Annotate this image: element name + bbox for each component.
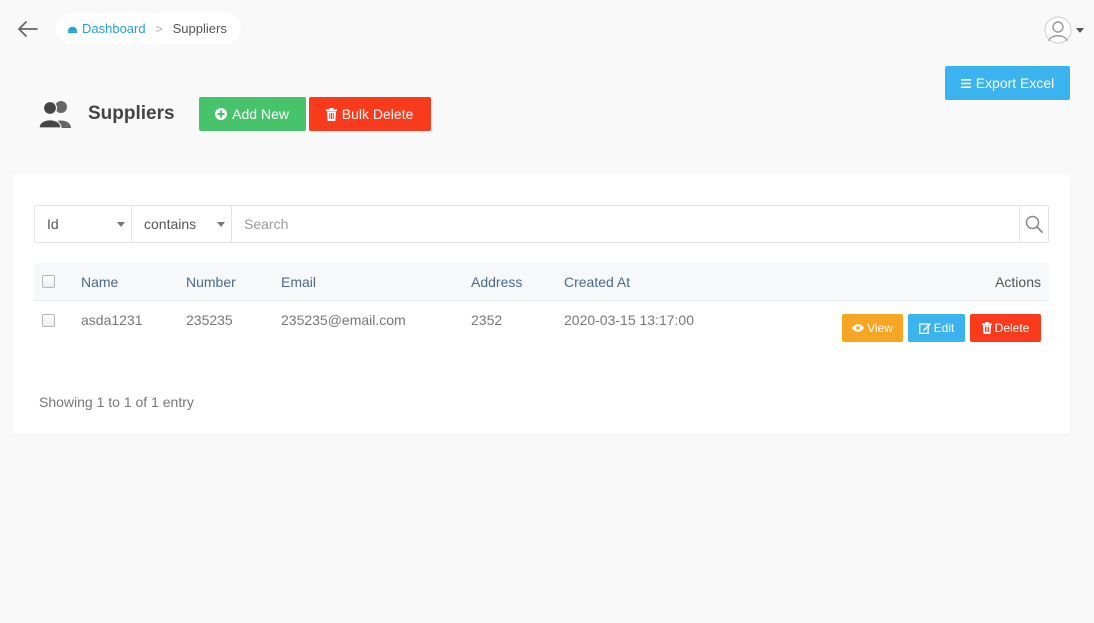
column-header-actions: Actions [995,274,1041,290]
search-button[interactable] [1019,206,1048,242]
trash-icon [981,322,992,334]
column-header-name[interactable]: Name [81,274,118,290]
column-header-email[interactable]: Email [281,274,316,290]
table-row: asda1231 235235 235235@email.com 2352 20… [34,301,1049,351]
edit-button[interactable]: Edit [908,314,965,342]
search-field-select[interactable]: Id [35,206,132,242]
breadcrumb-separator-icon: > [155,21,163,36]
row-name: asda1231 [81,312,143,328]
row-number: 235235 [186,312,233,328]
column-header-created-at[interactable]: Created At [564,274,630,290]
chevron-down-icon [1076,27,1084,33]
export-excel-label: Export Excel [975,75,1055,91]
search-input[interactable] [232,206,1019,242]
view-button[interactable]: View [842,314,903,342]
chevron-down-icon [217,222,225,227]
breadcrumb: Dashboard > Suppliers [56,13,241,44]
back-arrow-icon[interactable] [16,17,40,41]
edit-label: Edit [933,321,955,335]
breadcrumb-current: Suppliers [172,21,227,36]
breadcrumb-dashboard-link[interactable]: Dashboard [67,21,146,36]
add-new-label: Add New [232,106,289,122]
trash-icon [325,107,337,121]
pagination-info: Showing 1 to 1 of 1 entry [39,394,194,410]
bulk-delete-button[interactable]: Bulk Delete [308,97,431,131]
suppliers-card: Id contains Name Number Email Address Cr… [13,174,1070,434]
view-label: View [867,321,893,335]
row-created-at: 2020-03-15 13:17:00 [564,312,694,328]
bulk-delete-label: Bulk Delete [341,106,414,122]
chevron-down-icon [117,222,125,227]
list-icon [960,78,971,88]
search-bar: Id contains [34,205,1049,243]
delete-label: Delete [994,321,1030,335]
eye-icon [852,324,865,332]
search-field-value: Id [47,216,59,232]
page-title: Suppliers [88,103,175,124]
select-all-checkbox[interactable] [42,275,55,288]
breadcrumb-dashboard-label: Dashboard [82,21,146,36]
row-address: 2352 [471,312,503,328]
table-header: Name Number Email Address Created At Act… [34,263,1049,301]
add-new-button[interactable]: Add New [198,97,306,131]
row-checkbox[interactable] [42,314,55,327]
page-header: Suppliers Add New Bulk Delete [39,97,431,131]
users-icon [39,100,71,129]
user-menu[interactable] [1044,16,1084,44]
export-excel-button[interactable]: Export Excel [945,66,1070,100]
edit-icon [918,323,931,334]
search-operator-value: contains [144,216,197,232]
column-header-number[interactable]: Number [186,274,236,290]
search-icon [1025,215,1043,233]
dashboard-icon [67,26,78,34]
delete-button[interactable]: Delete [970,314,1041,342]
search-operator-select[interactable]: contains [132,206,232,242]
row-email: 235235@email.com [281,312,406,328]
plus-circle-icon [215,108,228,120]
column-header-address[interactable]: Address [471,274,522,290]
user-avatar-icon [1044,16,1072,44]
